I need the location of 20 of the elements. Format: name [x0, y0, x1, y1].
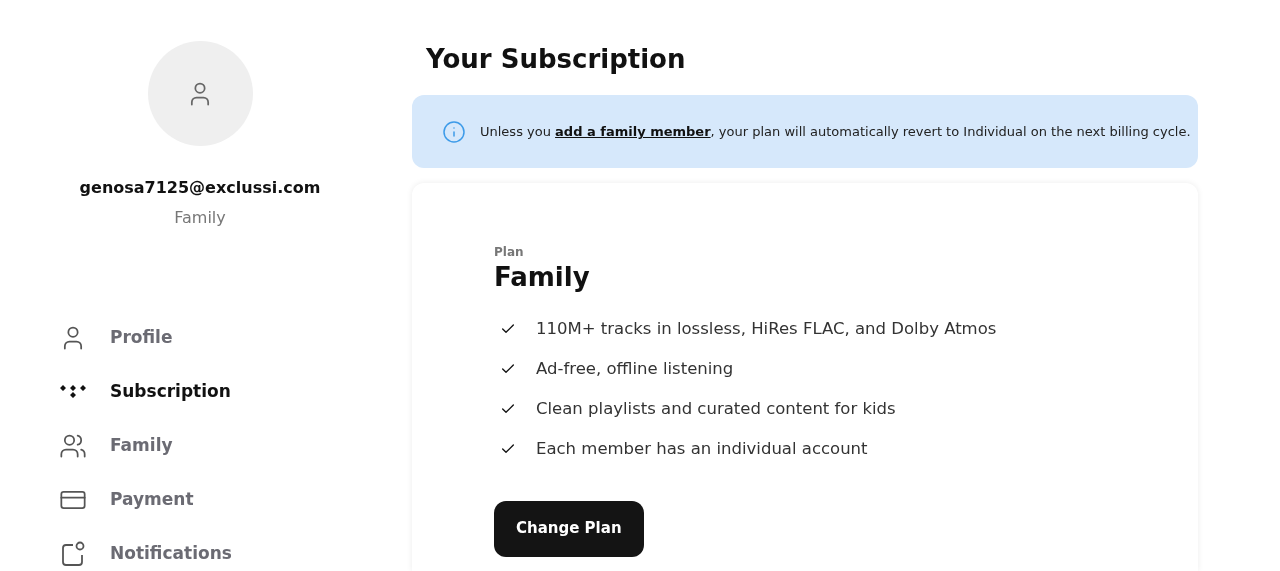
nav-item[interactable]: Profile: [58, 322, 400, 354]
nav-item[interactable]: Subscription: [58, 376, 400, 408]
info-icon: [442, 119, 466, 144]
nav-item[interactable]: Family: [58, 430, 400, 462]
notification-icon: [59, 540, 87, 568]
page-title: Your Subscription: [426, 43, 686, 76]
add-member-link[interactable]: add a family member: [555, 123, 711, 139]
feature-text: 110M+ tracks in lossless, HiRes FLAC, and Dolby Atmos: [536, 317, 997, 340]
plan-caption: Plan: [494, 244, 525, 261]
nav-item[interactable]: Notifications: [58, 538, 400, 570]
change-plan-button[interactable]: Change Plan: [494, 500, 644, 557]
feature-text: Clean playlists and curated content for kids: [536, 397, 896, 420]
nav-item[interactable]: Payment: [58, 484, 400, 516]
feature-text: Ad-free, offline listening: [536, 357, 734, 380]
plan-name: Family: [494, 261, 591, 294]
notice-text: Unless you add a family member, your plan will automatically revert to Individual on the next billing cycle.: [480, 122, 1191, 141]
account-plan: Family: [174, 207, 226, 229]
people-icon: [59, 432, 87, 460]
feature-text: Each member has an individual account: [536, 437, 868, 460]
account-email: genosa7125@exclussi.com: [79, 177, 321, 199]
